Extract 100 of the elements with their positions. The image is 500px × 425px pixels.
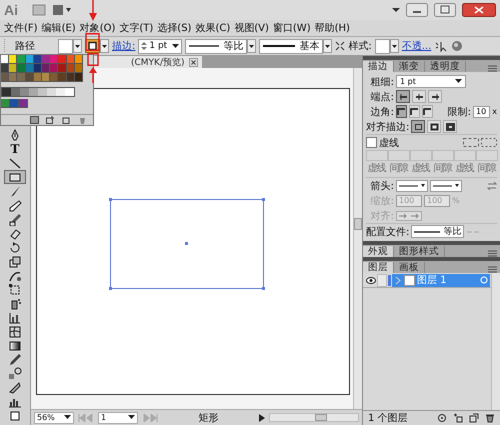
- color-swatch[interactable]: [42, 55, 50, 64]
- profile-dropdown[interactable]: 等比: [185, 38, 248, 54]
- minimize-icon[interactable]: [406, 3, 428, 17]
- visibility-toggle[interactable]: [365, 274, 376, 286]
- caret-icon[interactable]: [64, 415, 71, 420]
- corner-button[interactable]: [409, 105, 420, 118]
- align-stroke-button[interactable]: [411, 120, 426, 133]
- target-icon[interactable]: [480, 276, 488, 284]
- color-swatch[interactable]: [1, 73, 10, 82]
- color-swatch[interactable]: [50, 64, 58, 73]
- color-swatch[interactable]: [1, 64, 10, 73]
- swap-icon[interactable]: [487, 182, 497, 190]
- arrowhead-dropdown[interactable]: [430, 180, 462, 192]
- color-swatch[interactable]: [47, 88, 56, 96]
- color-swatch[interactable]: [56, 88, 65, 96]
- sublayer-icon[interactable]: [453, 413, 463, 423]
- scroll-bar[interactable]: [491, 273, 500, 410]
- menu-icon[interactable]: [488, 266, 497, 273]
- panel-tab[interactable]: 外观: [363, 246, 394, 257]
- limit-field[interactable]: 10: [473, 106, 490, 118]
- new-layer-icon[interactable]: [469, 413, 479, 423]
- caret-icon[interactable]: [172, 44, 180, 48]
- fill-swatch[interactable]: [58, 38, 73, 54]
- color-swatch[interactable]: [50, 55, 58, 64]
- panel-tab[interactable]: 图层: [363, 262, 394, 273]
- dash-field[interactable]: [388, 150, 410, 161]
- align-stroke-button[interactable]: [443, 120, 458, 133]
- dashed-checkbox[interactable]: [366, 137, 377, 148]
- color-swatch[interactable]: [17, 55, 26, 64]
- arrowhead-dropdown[interactable]: [396, 180, 428, 192]
- arrow-align-icon[interactable]: [396, 210, 422, 220]
- menu-item[interactable]: 编辑(E): [42, 21, 76, 35]
- maximize-icon[interactable]: [434, 3, 456, 17]
- corner-button[interactable]: [396, 105, 407, 118]
- menu-item[interactable]: 文字(T): [119, 21, 154, 35]
- color-swatch[interactable]: [20, 88, 29, 96]
- color-swatch[interactable]: [19, 99, 28, 108]
- expand-icon[interactable]: [335, 41, 346, 51]
- page-field[interactable]: 1: [98, 412, 138, 424]
- cap-button[interactable]: [396, 90, 410, 103]
- color-swatch[interactable]: [17, 73, 26, 82]
- dash-field[interactable]: [454, 150, 476, 161]
- new-swatch-icon[interactable]: [62, 116, 71, 124]
- scroll-thumb[interactable]: [354, 218, 362, 230]
- rectangle-shape[interactable]: [109, 198, 265, 290]
- color-swatch[interactable]: [1, 99, 10, 108]
- color-swatch[interactable]: [10, 99, 19, 108]
- brush-dropdown[interactable]: 基本: [259, 38, 324, 54]
- menu-item[interactable]: 对象(O): [80, 21, 116, 35]
- new-group-icon[interactable]: [46, 116, 55, 124]
- color-swatch[interactable]: [65, 88, 74, 96]
- menu-icon[interactable]: [488, 250, 497, 257]
- dash-field[interactable]: [476, 150, 498, 161]
- panel-tab[interactable]: 渐变: [394, 61, 425, 72]
- weight-field[interactable]: 1 pt: [396, 75, 466, 88]
- corner-button[interactable]: [422, 105, 433, 118]
- menu-item[interactable]: 文件(F): [4, 21, 38, 35]
- dash-field[interactable]: [432, 150, 454, 161]
- dash-corner-icon[interactable]: [463, 138, 479, 147]
- color-swatch[interactable]: [58, 64, 67, 73]
- color-swatch[interactable]: [11, 88, 20, 96]
- align-stroke-button[interactable]: [427, 120, 442, 133]
- caret-icon[interactable]: [392, 7, 400, 13]
- menu-item[interactable]: 帮助(H): [314, 21, 350, 35]
- dash-align-icon[interactable]: [481, 138, 497, 147]
- menu-item[interactable]: 效果(C): [195, 21, 230, 35]
- color-swatch[interactable]: [42, 64, 50, 73]
- caret-icon[interactable]: [128, 415, 135, 420]
- dash-field[interactable]: [366, 150, 388, 161]
- cap-button[interactable]: [428, 90, 442, 103]
- panel-tab[interactable]: 透明度: [425, 61, 466, 72]
- dropdown-icon[interactable]: [247, 39, 256, 53]
- swatch-library-icon[interactable]: [30, 116, 39, 124]
- color-swatch[interactable]: [58, 73, 67, 82]
- trash-icon[interactable]: [485, 413, 495, 423]
- stroke-weight-field[interactable]: 1 pt: [138, 38, 182, 54]
- spinner-icon[interactable]: [141, 41, 148, 51]
- locate-icon[interactable]: [437, 413, 447, 423]
- color-swatch[interactable]: [38, 88, 47, 96]
- dash-field[interactable]: [410, 150, 432, 161]
- color-swatch[interactable]: [1, 55, 10, 64]
- color-swatch[interactable]: [50, 73, 58, 82]
- tool-button[interactable]: T: [4, 142, 26, 156]
- menu-item[interactable]: 视图(V): [234, 21, 269, 35]
- color-swatch[interactable]: [9, 55, 18, 64]
- dropdown-icon[interactable]: [323, 39, 332, 53]
- zoom-field[interactable]: 56%: [34, 412, 74, 424]
- menu-item[interactable]: 选择(S): [157, 21, 192, 35]
- color-swatch[interactable]: [9, 64, 18, 73]
- close-icon[interactable]: [188, 58, 198, 66]
- chevron-icon[interactable]: [394, 276, 402, 284]
- close-icon[interactable]: [462, 3, 496, 17]
- dropdown-icon[interactable]: [73, 39, 82, 53]
- color-swatch[interactable]: [2, 88, 11, 96]
- color-swatch[interactable]: [9, 73, 18, 82]
- menu-item[interactable]: 窗口(W): [272, 21, 311, 35]
- cap-button[interactable]: [412, 90, 426, 103]
- tool-button[interactable]: [4, 170, 26, 184]
- caret-icon[interactable]: [455, 79, 462, 84]
- panel-tab[interactable]: 描边: [363, 61, 394, 72]
